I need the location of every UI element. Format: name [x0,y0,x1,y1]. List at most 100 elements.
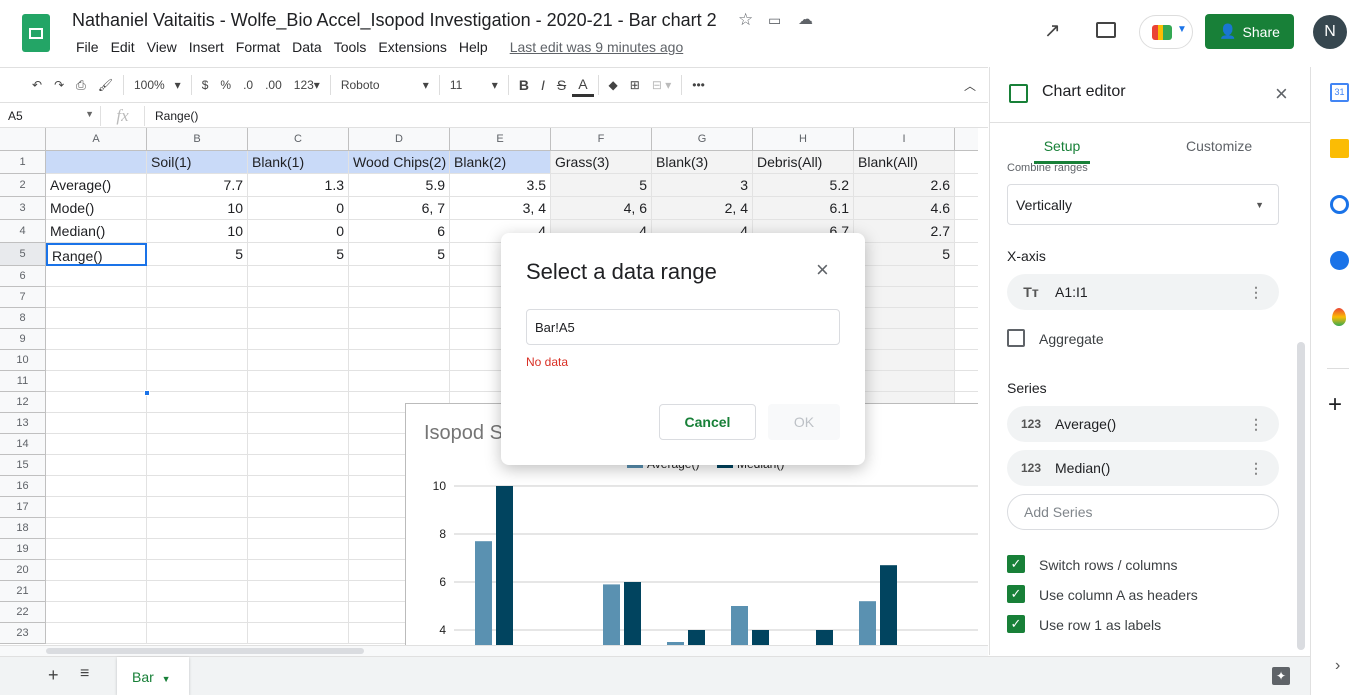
cell[interactable] [46,413,147,434]
cell[interactable] [248,455,349,476]
more-vert-icon[interactable]: ⋮ [1249,284,1279,301]
more-vert-icon[interactable]: ⋮ [1249,460,1279,477]
last-edit-link[interactable]: Last edit was 9 minutes ago [504,39,690,55]
formula-input[interactable]: Range() [145,109,988,123]
cell[interactable] [955,243,978,266]
cell[interactable] [46,392,147,413]
cell[interactable]: 10 [147,197,248,220]
cell[interactable] [46,581,147,602]
cell[interactable] [349,350,450,371]
cell[interactable]: 3 [652,174,753,197]
row-header[interactable]: 5 [0,243,46,266]
cell[interactable] [46,518,147,539]
row-header[interactable]: 20 [0,560,46,581]
font-size-select[interactable]: 11 ▾ [444,73,504,97]
menu-insert[interactable]: Insert [183,39,230,55]
currency-button[interactable]: $ [196,73,215,97]
menu-format[interactable]: Format [230,39,286,55]
cell[interactable] [147,539,248,560]
row-header[interactable]: 15 [0,455,46,476]
row-header[interactable]: 9 [0,329,46,350]
row-header[interactable]: 16 [0,476,46,497]
print-icon[interactable]: ⎙ [70,73,92,97]
row-header[interactable]: 12 [0,392,46,413]
add-series-button[interactable]: Add Series [1007,494,1279,530]
series-chip-median[interactable]: 123 Median() ⋮ [1007,450,1279,486]
cell[interactable]: 7.7 [147,174,248,197]
cell[interactable]: 5 [854,243,955,266]
cell[interactable] [46,308,147,329]
close-icon[interactable]: × [816,257,829,283]
cell[interactable] [248,329,349,350]
cloud-status-icon[interactable]: ☁ [798,10,813,28]
selected-cell[interactable]: Range() [46,243,147,266]
scroll-thumb[interactable] [46,648,364,654]
cell[interactable]: Wood Chips(2) [349,151,450,174]
merge-cells-icon[interactable]: ⊟ ▾ [646,73,677,97]
cell[interactable] [147,476,248,497]
number-format-select[interactable]: 123 ▾ [288,73,326,97]
cell[interactable] [248,350,349,371]
italic-button[interactable]: I [535,73,551,97]
fill-color-icon[interactable]: ◆ [603,73,624,97]
cell[interactable] [854,308,955,329]
row-header[interactable]: 17 [0,497,46,518]
cell[interactable]: 4.6 [854,197,955,220]
cell[interactable] [955,151,978,174]
decrease-decimal-button[interactable]: .0 [237,73,259,97]
cell[interactable]: 2, 4 [652,197,753,220]
cell[interactable] [349,371,450,392]
document-title[interactable]: Nathaniel Vaitaitis - Wolfe_Bio Accel_Is… [72,10,717,31]
row-header[interactable]: 18 [0,518,46,539]
cell[interactable] [147,518,248,539]
cell[interactable] [349,308,450,329]
name-box[interactable]: A5 ▼ [0,109,100,123]
row-header[interactable]: 7 [0,287,46,308]
tasks-icon[interactable] [1330,195,1349,214]
cell[interactable] [46,434,147,455]
cell[interactable] [248,581,349,602]
cell[interactable]: Blank(1) [248,151,349,174]
cell[interactable] [46,371,147,392]
cell[interactable]: 6, 7 [349,197,450,220]
column-header-f[interactable]: F [551,128,652,151]
cell[interactable] [349,329,450,350]
ok-button[interactable]: OK [768,404,840,440]
text-color-button[interactable]: A [572,73,594,97]
cell[interactable] [955,308,978,329]
zoom-select[interactable]: 100% ▾ [128,73,187,97]
menu-tools[interactable]: Tools [328,39,373,55]
cell[interactable]: 5 [248,243,349,266]
cell[interactable] [147,434,248,455]
increase-decimal-button[interactable]: .00 [259,73,288,97]
column-a-headers-checkbox[interactable]: ✓ [1007,585,1025,603]
menu-view[interactable]: View [141,39,183,55]
x-axis-chip[interactable]: Tт A1:I1 ⋮ [1007,274,1279,310]
percent-button[interactable]: % [214,73,237,97]
horizontal-scrollbar[interactable] [0,645,988,656]
cell[interactable] [46,287,147,308]
close-editor-icon[interactable]: × [1275,81,1288,107]
cell[interactable] [147,266,248,287]
cell[interactable] [147,623,248,644]
cell[interactable] [248,266,349,287]
paint-format-icon[interactable]: 🖌 [92,73,119,97]
cell[interactable]: 5.9 [349,174,450,197]
combine-ranges-select[interactable]: Vertically ▼ [1007,184,1279,225]
cell[interactable]: 5.2 [753,174,854,197]
cell[interactable] [349,266,450,287]
cell[interactable] [46,623,147,644]
row-header[interactable]: 11 [0,371,46,392]
tab-setup[interactable]: Setup [1034,138,1090,164]
row-header[interactable]: 3 [0,197,46,220]
menu-extensions[interactable]: Extensions [372,39,452,55]
cell[interactable] [955,329,978,350]
cell[interactable] [248,539,349,560]
cell[interactable] [955,287,978,308]
cell[interactable]: 0 [248,220,349,243]
cell[interactable] [147,350,248,371]
cell[interactable] [854,350,955,371]
cell[interactable] [46,329,147,350]
calendar-icon[interactable]: 31 [1330,83,1349,102]
row-header[interactable]: 23 [0,623,46,644]
